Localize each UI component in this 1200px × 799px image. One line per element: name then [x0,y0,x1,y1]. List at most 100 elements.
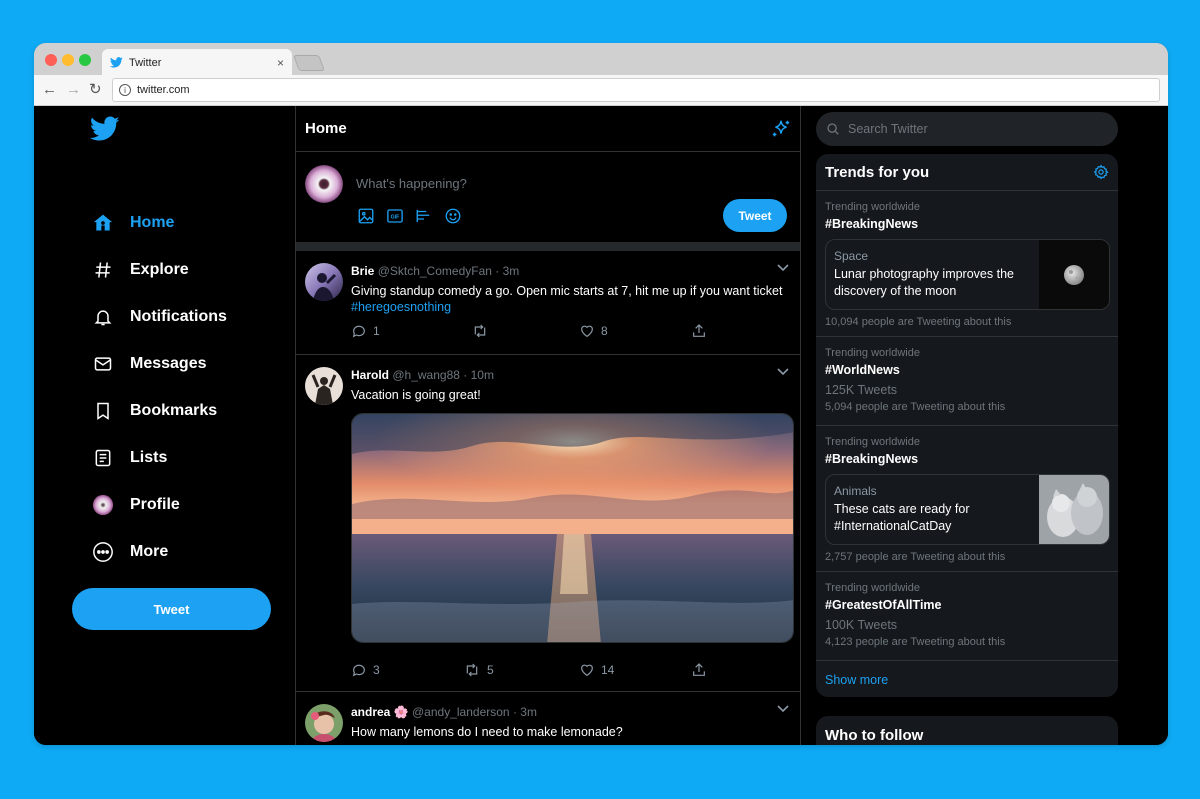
avatar[interactable] [305,165,343,203]
tab-title: Twitter [129,56,162,69]
nav-item-more[interactable]: More [92,537,168,567]
like-count: 14 [601,663,615,677]
nav-item-explore[interactable]: Explore [92,255,189,285]
moon-thumbnail [1039,240,1109,309]
trend-item[interactable]: Trending worldwide #GreatestOfAllTime 10… [816,571,1118,660]
tweet-time[interactable]: · 3m [513,705,537,719]
trend-news-card[interactable]: Space Lunar photography improves the dis… [825,239,1110,310]
avatar[interactable] [305,704,343,742]
card-title: These cats are ready for #InternationalC… [834,502,970,533]
tweet-text: How many lemons do I need to make lemona… [351,725,623,739]
heart-icon [581,664,593,677]
nav-item-profile[interactable]: Profile [92,490,180,520]
nav-item-lists[interactable]: Lists [92,443,167,473]
trend-people-count: 5,094 people are Tweeting about this [825,401,1006,413]
trend-hashtag[interactable]: #BreakingNews [825,452,918,466]
svg-text:GIF: GIF [390,214,400,220]
browser-tab[interactable]: Twitter × [102,49,292,76]
back-arrow-icon[interactable]: ← [42,81,57,99]
card-category: Space [834,249,869,263]
chevron-down-icon[interactable] [776,704,790,714]
tweet[interactable]: andrea 🌸 @andy_landerson · 3m How many l… [296,692,800,745]
tweet-text: Vacation is going great! [351,388,481,402]
tweet-author-name[interactable]: Harold [351,368,389,382]
retweet-button[interactable]: 5 [463,662,579,678]
share-button[interactable] [691,662,707,678]
nav-item-home[interactable]: Home [92,208,174,238]
trend-tweet-count: 100K Tweets [825,618,898,632]
bookmark-icon [92,400,114,422]
browser-chrome: Twitter × ← → ↻ i twitter.com [34,43,1168,106]
trend-news-card[interactable]: Animals These cats are ready for #Intern… [825,474,1110,545]
home-feed: Home What's happening? GIF Tweet Brie @S… [295,106,801,745]
compose-tweet-button[interactable]: Tweet [723,199,787,232]
tweet[interactable]: Harold @h_wang88 · 10m Vacation is going… [296,355,800,692]
nav-item-bookmarks[interactable]: Bookmarks [92,396,217,426]
tweet-author-name[interactable]: Brie [351,264,374,278]
trend-people-count: 2,757 people are Tweeting about this [825,551,1006,563]
who-to-follow-panel: Who to follow [816,716,1118,745]
twitter-bird-icon [110,57,123,68]
trend-hashtag[interactable]: #BreakingNews [825,217,918,231]
reply-button[interactable]: 1 [351,323,471,339]
trend-item[interactable]: Trending worldwide #WorldNews 125K Tweet… [816,336,1118,425]
retweet-button[interactable] [471,323,579,339]
like-button[interactable]: 14 [579,662,691,678]
emoji-icon[interactable] [443,206,462,225]
minimize-window-button[interactable] [62,54,74,66]
trends-title: Trends for you [825,164,930,181]
tweet-button[interactable]: Tweet [72,588,271,630]
url-text: twitter.com [137,84,190,96]
chevron-down-icon[interactable] [776,263,790,273]
tweet-actions: 1 8 [351,323,707,339]
cats-thumbnail [1039,475,1109,544]
new-tab-button[interactable] [293,55,325,71]
like-button[interactable]: 8 [579,323,691,339]
show-more-link[interactable]: Show more [825,673,888,687]
like-count: 8 [601,324,608,338]
avatar[interactable] [305,263,343,301]
maximize-window-button[interactable] [79,54,91,66]
share-button[interactable] [691,323,707,339]
address-bar[interactable]: i twitter.com [112,78,1160,102]
trend-item[interactable]: Trending worldwide #BreakingNews Space L… [816,190,1118,336]
tweet-actions: 3 5 14 [351,662,707,678]
image-icon[interactable] [356,206,375,225]
tweet-handle[interactable]: @Sktch_ComedyFan [378,264,492,278]
twitter-app: Home Explore Notifications Messages Book… [34,106,1168,745]
trend-item[interactable]: Trending worldwide #BreakingNews Animals… [816,425,1118,571]
avatar[interactable] [305,367,343,405]
tweet-time[interactable]: · 10m [463,368,494,382]
info-icon[interactable]: i [119,84,131,96]
tweet-author-name[interactable]: andrea [351,705,390,719]
tweet[interactable]: Brie @Sktch_ComedyFan · 3m Giving standu… [296,251,800,355]
tweet-time[interactable]: · 3m [495,264,519,278]
tweet-handle[interactable]: @andy_landerson [412,705,510,719]
close-window-button[interactable] [45,54,57,66]
tab-close-icon[interactable]: × [277,56,284,70]
trend-hashtag[interactable]: #WorldNews [825,363,900,377]
twitter-logo-icon[interactable] [90,114,120,144]
trend-hashtag[interactable]: #GreatestOfAllTime [825,598,941,612]
nav-item-messages[interactable]: Messages [92,349,207,379]
gif-icon[interactable]: GIF [385,206,404,225]
tweet-header: Brie @Sktch_ComedyFan · 3m [351,264,519,278]
compose-input[interactable]: What's happening? [356,176,467,191]
reload-icon[interactable]: ↻ [89,81,102,99]
reply-button[interactable]: 3 [351,662,463,678]
search-input[interactable]: Search Twitter [816,112,1118,146]
gear-icon[interactable] [1093,164,1109,180]
tweet-image-sunset[interactable] [351,413,794,643]
reply-icon [352,325,365,338]
hashtag-icon [92,259,114,281]
forward-arrow-icon[interactable]: → [66,81,81,99]
tab-strip: Twitter × [34,43,1168,76]
sparkle-icon[interactable] [770,118,792,140]
tweet-handle[interactable]: @h_wang88 [392,368,460,382]
compose-toolbar: GIF [356,206,462,225]
tweet-hashtag[interactable]: #heregoesnothing [351,300,451,314]
chevron-down-icon[interactable] [776,367,790,377]
nav-item-notifications[interactable]: Notifications [92,302,227,332]
tweet-header: Harold @h_wang88 · 10m [351,368,494,382]
poll-icon[interactable] [414,206,433,225]
